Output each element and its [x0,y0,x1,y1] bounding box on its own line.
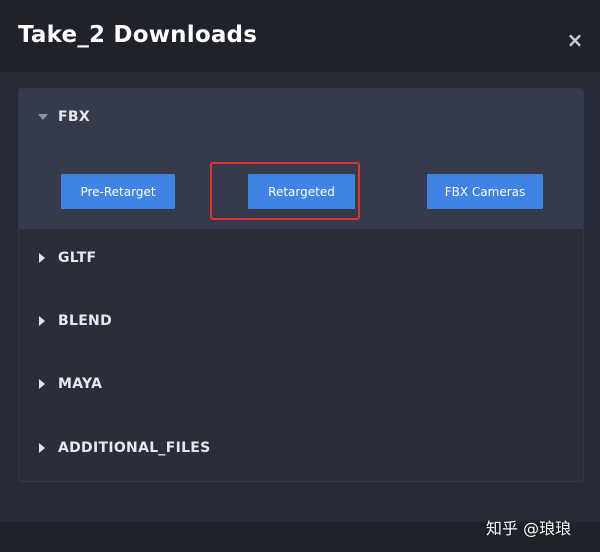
section-header-additional-files[interactable]: ADDITIONAL_FILES [19,431,583,465]
section-fbx: FBX Pre-Retarget Retargeted FBX Cameras [19,89,583,229]
chevron-right-icon [39,316,45,326]
section-label-fbx: FBX [58,109,90,125]
watermark-text: 知乎 @琅琅 [486,519,572,538]
section-header-gltf[interactable]: GLTF [19,241,583,275]
dialog-title: Take_2 Downloads [18,22,258,48]
chevron-right-icon [39,443,45,453]
chevron-down-icon [38,114,48,120]
close-icon[interactable]: × [561,26,589,54]
fbx-cameras-button[interactable]: FBX Cameras [427,174,543,209]
section-label-additional-files: ADDITIONAL_FILES [58,440,211,456]
chevron-right-icon [39,253,45,263]
section-label-gltf: GLTF [58,250,97,266]
dialog-header: Take_2 Downloads × [0,0,600,72]
section-header-maya[interactable]: MAYA [19,367,583,401]
highlight-annotation-box [210,162,360,220]
section-label-blend: BLEND [58,313,112,329]
section-header-blend[interactable]: BLEND [19,304,583,338]
downloads-panel: FBX Pre-Retarget Retargeted FBX Cameras … [18,88,584,482]
pre-retarget-button[interactable]: Pre-Retarget [61,174,175,209]
section-label-maya: MAYA [58,376,103,392]
section-header-fbx[interactable]: FBX [19,100,583,134]
downloads-dialog: Take_2 Downloads × FBX Pre-Retarget Reta… [0,0,600,552]
chevron-right-icon [39,379,45,389]
